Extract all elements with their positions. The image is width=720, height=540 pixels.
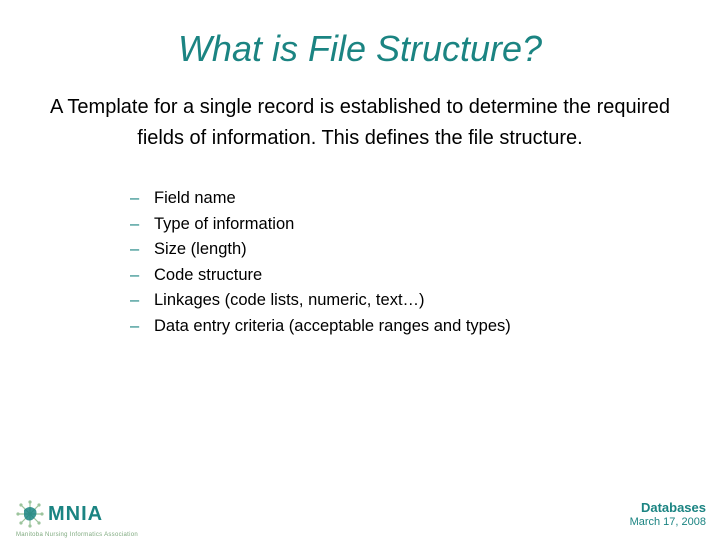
dash-icon: – (130, 212, 154, 238)
logo: MNIA (16, 500, 103, 528)
dash-icon: – (130, 288, 154, 314)
list-item-label: Linkages (code lists, numeric, text…) (154, 288, 425, 314)
list-item-label: Type of information (154, 212, 294, 238)
list-item-label: Code structure (154, 263, 262, 289)
list-item: – Type of information (130, 212, 720, 238)
dash-icon: – (130, 314, 154, 340)
list-item: – Size (length) (130, 237, 720, 263)
bullet-list: – Field name – Type of information – Siz… (130, 186, 720, 339)
footer-date: March 17, 2008 (630, 516, 706, 528)
list-item: – Code structure (130, 263, 720, 289)
logo-subtitle: Manitoba Nursing Informatics Association (16, 532, 138, 538)
list-item-label: Field name (154, 186, 236, 212)
footer-label: Databases (630, 500, 706, 515)
slide: What is File Structure? A Template for a… (0, 0, 720, 540)
footer: Databases March 17, 2008 (630, 500, 706, 528)
dash-icon: – (130, 237, 154, 263)
list-item-label: Data entry criteria (acceptable ranges a… (154, 314, 511, 340)
list-item-label: Size (length) (154, 237, 247, 263)
list-item: – Field name (130, 186, 720, 212)
logo-text: MNIA (48, 503, 103, 526)
slide-title: What is File Structure? (0, 0, 720, 88)
list-item: – Linkages (code lists, numeric, text…) (130, 288, 720, 314)
intro-paragraph: A Template for a single record is establ… (0, 92, 720, 154)
logo-icon (16, 500, 44, 528)
dash-icon: – (130, 186, 154, 212)
list-item: – Data entry criteria (acceptable ranges… (130, 314, 720, 340)
dash-icon: – (130, 263, 154, 289)
